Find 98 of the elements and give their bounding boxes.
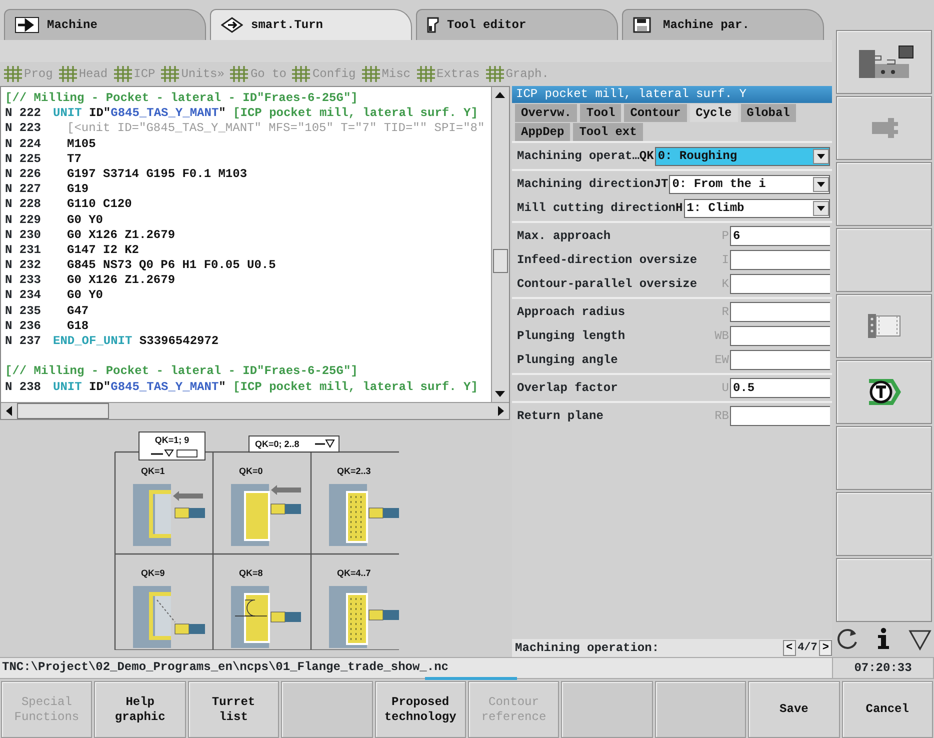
scroll-thumb[interactable] bbox=[17, 403, 109, 419]
code-line: N 237 END_OF_UNIT S3396542972 bbox=[5, 334, 220, 350]
page-indicator: 4/7 bbox=[796, 640, 818, 656]
grid-icon bbox=[58, 66, 77, 82]
grid-icon bbox=[114, 66, 132, 82]
field-label: Return plane bbox=[517, 408, 604, 425]
diagram-label: QK=2..3 bbox=[337, 466, 371, 476]
tool-icon bbox=[427, 17, 439, 33]
input-field[interactable] bbox=[730, 250, 830, 270]
code-line: N 235 G47 bbox=[5, 304, 90, 319]
grid-icon bbox=[4, 66, 22, 82]
field-label: Contour-parallel oversize bbox=[517, 276, 698, 293]
code-line: N 225 T7 bbox=[5, 152, 82, 167]
code-line: N 238 UNIT ID"G845_TAS_Y_MANT" [ICP pocket mill, lateral surf. Y] bbox=[5, 380, 479, 395]
triangle-down-icon[interactable] bbox=[908, 627, 932, 651]
softkey[interactable]: Proposed technology bbox=[374, 681, 466, 738]
grid-icon bbox=[230, 66, 248, 82]
next-page-button[interactable]: > bbox=[819, 640, 832, 656]
code-line: N 226 G197 S3714 G195 F0.1 M103 bbox=[5, 166, 248, 182]
dropdown-field[interactable]: 1: Climb bbox=[684, 198, 830, 218]
code-line: [// Milling - Pocket - lateral - ID"Fraes-6-25G"] bbox=[5, 91, 359, 106]
form-tab[interactable]: Cycle bbox=[690, 104, 738, 122]
input-field[interactable] bbox=[730, 326, 830, 346]
grid-icon bbox=[362, 66, 380, 82]
film-strip-icon bbox=[867, 312, 901, 340]
code-line: [// Milling - Pocket - lateral - ID"Fraes-6-25G"] bbox=[5, 363, 359, 380]
app-tab[interactable]: Machine bbox=[4, 9, 206, 40]
input-field[interactable] bbox=[730, 302, 830, 322]
field-label: Machining operat… bbox=[517, 148, 640, 165]
code-line: N 234 G0 Y0 bbox=[5, 288, 104, 304]
field-label: Overlap factor bbox=[517, 380, 619, 397]
clock-time: 07:20:33 bbox=[832, 657, 934, 679]
form-tab[interactable]: Tool bbox=[580, 104, 622, 122]
input-field[interactable]: 0.5 bbox=[730, 378, 830, 398]
form-tab[interactable]: Tool ext bbox=[573, 123, 643, 141]
softkey[interactable]: Help graphic bbox=[94, 681, 186, 738]
softkey[interactable]: Cancel bbox=[842, 681, 934, 738]
vertical-scrollbar[interactable] bbox=[491, 87, 509, 402]
grid-icon bbox=[292, 66, 310, 82]
code-line: N 222 UNIT ID"G845_TAS_Y_MANT" [ICP pocket mill, lateral surf. Y] bbox=[5, 106, 479, 122]
input-field[interactable] bbox=[730, 406, 830, 426]
field-label: Infeed-direction oversize bbox=[517, 252, 698, 269]
field-label: Max. approach bbox=[517, 228, 612, 245]
horizontal-scrollbar[interactable] bbox=[1, 402, 509, 419]
plug-icon bbox=[870, 117, 898, 139]
form-tab[interactable]: Contour bbox=[624, 104, 687, 122]
pocket-milling-diagram bbox=[231, 484, 301, 546]
status-label: Machining operation: bbox=[515, 640, 660, 657]
grid-icon bbox=[416, 66, 434, 82]
input-field[interactable] bbox=[730, 274, 830, 294]
form-title: ICP pocket mill, lateral surf. Y bbox=[512, 86, 832, 103]
code-line: N 232 G845 NS73 Q0 P6 H1 F0.05 U0.5 bbox=[5, 258, 277, 274]
pocket-milling-diagram bbox=[329, 484, 399, 546]
address-label: QK bbox=[639, 148, 654, 165]
grid-icon bbox=[486, 66, 504, 82]
field-label: Plunging angle bbox=[517, 352, 619, 369]
code-line: N 231 G147 I2 K2 bbox=[5, 242, 140, 258]
code-line: N 229 G0 Y0 bbox=[5, 212, 104, 228]
diagram-label: QK=4..7 bbox=[337, 568, 371, 578]
code-line: N 224 M105 bbox=[5, 136, 97, 152]
input-field[interactable]: 6 bbox=[730, 226, 830, 246]
side-softkey[interactable] bbox=[836, 360, 932, 424]
app-tab[interactable]: smart.Turn bbox=[210, 9, 412, 40]
form-tab[interactable]: AppDep bbox=[515, 123, 570, 141]
diagram-label: QK=9 bbox=[141, 568, 165, 578]
app-tab[interactable]: Tool editor bbox=[416, 9, 618, 40]
field-label: Approach radius bbox=[517, 304, 626, 321]
diagram-label: QK=0 bbox=[239, 466, 263, 476]
softkey[interactable]: Turret list bbox=[188, 681, 280, 738]
field-label: Mill cutting direction bbox=[517, 200, 676, 217]
form-tab[interactable]: Global bbox=[740, 104, 796, 122]
side-softkey[interactable] bbox=[836, 30, 932, 94]
caption-label: QK=1; 9 bbox=[138, 432, 206, 460]
pocket-milling-diagram bbox=[133, 484, 205, 546]
code-line: N 223 [<unit ID="G845_TAS_Y_MANT" MFS="105" T="7" TID="" SPI="8" bbox=[5, 121, 486, 137]
code-line: N 228 G110 C120 bbox=[5, 197, 133, 212]
code-line: N 230 G0 X126 Z1.2679 bbox=[5, 228, 176, 243]
diagram-label: QK=1 bbox=[141, 466, 165, 476]
grid-icon bbox=[161, 66, 180, 82]
softkey[interactable]: Save bbox=[748, 681, 840, 738]
code-line: N 227 G19 bbox=[5, 182, 90, 198]
address-label: JT bbox=[654, 176, 668, 193]
previous-page-button[interactable]: < bbox=[782, 640, 796, 656]
caption-label: QK=0; 2..8 bbox=[248, 436, 340, 452]
diamond-arrow-icon bbox=[221, 17, 243, 33]
app-tab[interactable]: Machine par. bbox=[622, 9, 824, 40]
diagram-label: QK=8 bbox=[239, 568, 263, 578]
dropdown-field[interactable]: 0: Roughing bbox=[654, 146, 830, 166]
input-field[interactable] bbox=[730, 350, 830, 370]
form-tab[interactable]: Overvw. bbox=[515, 104, 578, 122]
field-label: Machining direction bbox=[517, 176, 654, 193]
file-path: TNC:\Project\02_Demo_Programs_en\ncps\01_Flange_trade_show_.nc bbox=[2, 660, 448, 674]
address-label: H bbox=[675, 200, 683, 217]
dropdown-field[interactable]: 0: From the i bbox=[669, 174, 830, 194]
scroll-thumb[interactable] bbox=[493, 249, 508, 273]
field-label: Plunging length bbox=[517, 328, 626, 345]
code-line: N 233 G0 X126 Z1.2679 bbox=[5, 273, 176, 288]
code-line: N 236 G18 bbox=[5, 318, 90, 334]
